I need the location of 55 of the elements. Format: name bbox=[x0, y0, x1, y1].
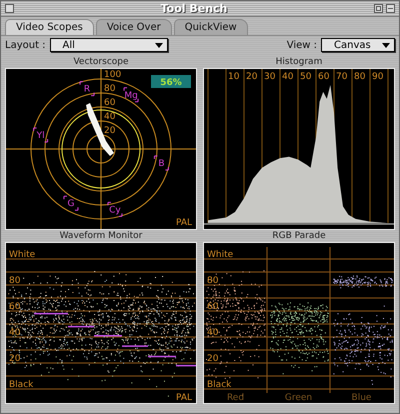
color-target: B bbox=[154, 155, 169, 170]
layout-label: Layout : bbox=[5, 40, 46, 50]
tick-label: 30 bbox=[264, 72, 276, 82]
view-dropdown[interactable]: Canvas bbox=[321, 38, 395, 52]
zoom-box-button[interactable] bbox=[374, 4, 383, 13]
scope-title: Waveform Monitor bbox=[60, 230, 142, 242]
ring-label: 60 bbox=[104, 98, 116, 108]
ring-label: 40 bbox=[104, 112, 116, 122]
level-label: 20 bbox=[9, 354, 20, 364]
level-label: 80 bbox=[207, 276, 218, 286]
tick-label: 50 bbox=[300, 72, 312, 82]
standard-label: PAL bbox=[176, 218, 192, 228]
tab[interactable]: QuickView bbox=[174, 19, 248, 35]
level-label: White bbox=[207, 250, 234, 260]
caret-icon bbox=[154, 42, 163, 48]
tick-label: 60 bbox=[318, 72, 330, 82]
level-label: Black bbox=[9, 380, 34, 390]
ring-label: 80 bbox=[104, 84, 116, 94]
scope-title: Vectorscope bbox=[73, 56, 129, 68]
ring-label: 20 bbox=[104, 126, 116, 136]
saturation-readout bbox=[151, 75, 191, 88]
window-title: Tool Bench bbox=[160, 2, 228, 15]
scope-title: RGB Parade bbox=[272, 230, 326, 242]
level-label: White bbox=[9, 250, 36, 260]
tick-label: 20 bbox=[246, 72, 258, 82]
color-target: R bbox=[80, 81, 95, 96]
color-target: Cy bbox=[107, 202, 122, 217]
level-label: 60 bbox=[207, 302, 218, 312]
standard-label: PAL bbox=[176, 393, 192, 403]
scope-title: Histogram bbox=[276, 56, 322, 68]
tab[interactable]: Video Scopes bbox=[5, 19, 94, 35]
tab[interactable]: Voice Over bbox=[96, 19, 172, 35]
level-label: 20 bbox=[207, 354, 218, 364]
close-box-button[interactable] bbox=[5, 4, 14, 13]
collapse-box-button[interactable] bbox=[386, 4, 395, 13]
color-target: G bbox=[63, 196, 78, 211]
tick-label: 10 bbox=[228, 72, 240, 82]
tick-label: 70 bbox=[336, 72, 348, 82]
layout-dropdown[interactable]: All bbox=[50, 38, 168, 52]
color-target: Mg bbox=[124, 87, 139, 102]
view-label: View : bbox=[286, 40, 317, 50]
level-label: 60 bbox=[9, 302, 20, 312]
level-label: 40 bbox=[207, 328, 218, 338]
channel-label: Blue bbox=[352, 393, 372, 403]
tick-label: 80 bbox=[354, 72, 366, 82]
tick-label: 90 bbox=[372, 72, 384, 82]
level-label: 80 bbox=[9, 276, 20, 286]
tick-label: 40 bbox=[282, 72, 294, 82]
ring-label: 100 bbox=[104, 70, 122, 80]
channel-label: Red bbox=[226, 393, 244, 403]
caret-icon bbox=[382, 42, 390, 48]
channel-label: Green bbox=[284, 393, 312, 403]
level-label: Black bbox=[207, 380, 232, 390]
level-label: 40 bbox=[9, 328, 20, 338]
color-target: Yl bbox=[33, 128, 48, 143]
